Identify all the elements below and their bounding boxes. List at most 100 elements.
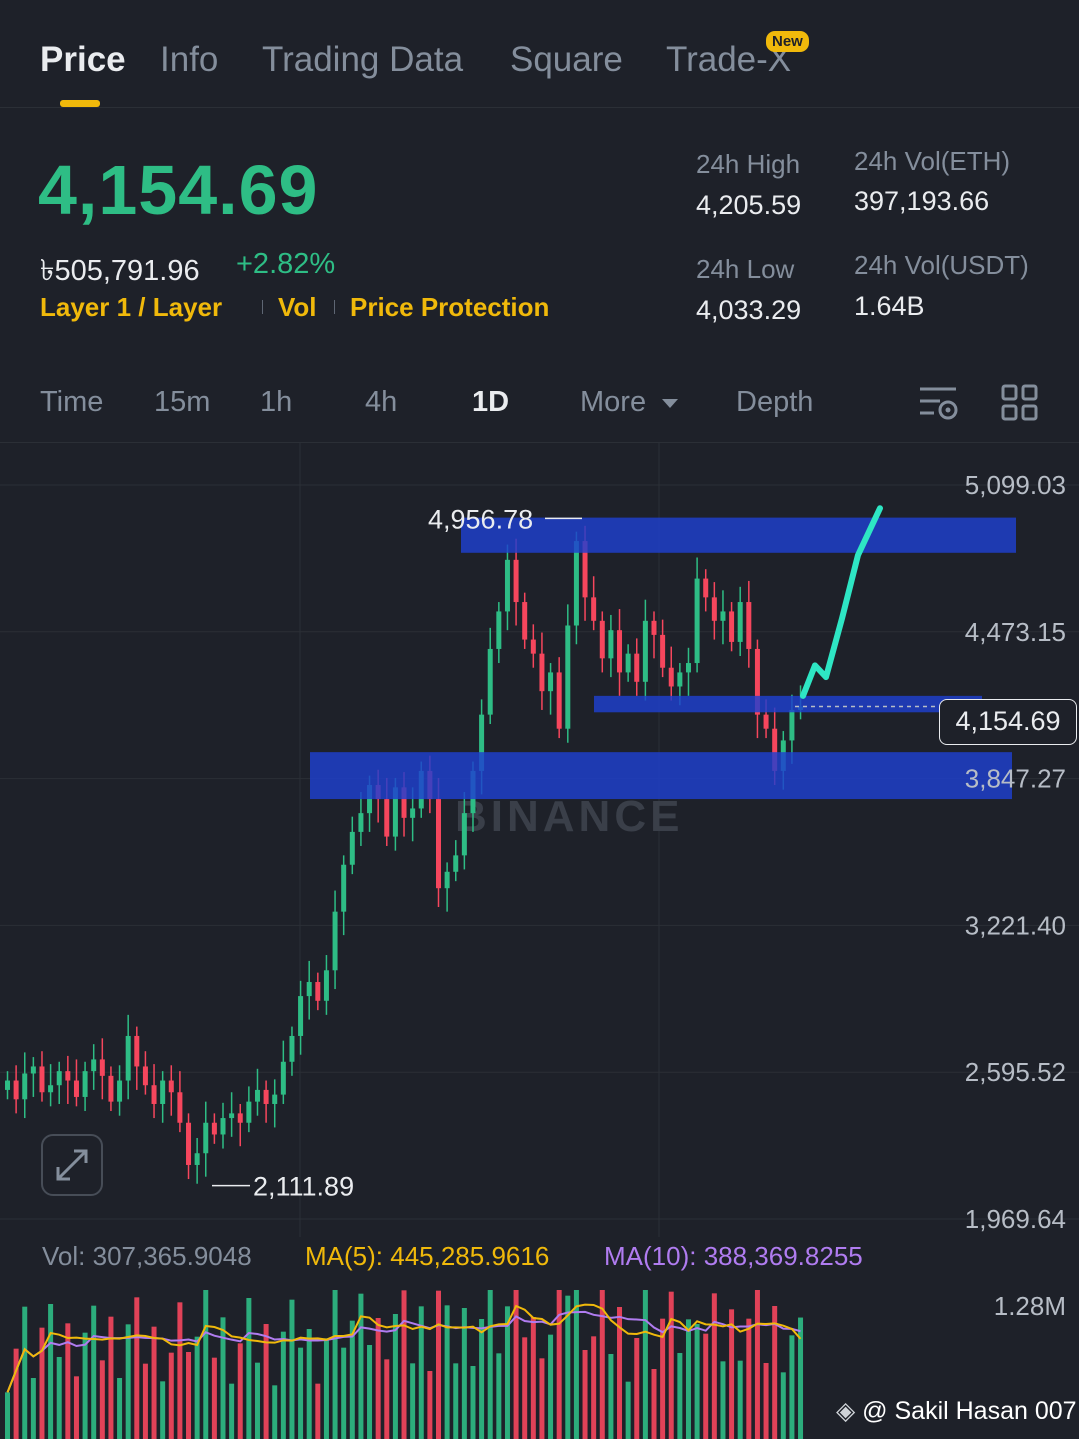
candle-body xyxy=(186,1122,192,1165)
indicator-settings-icon[interactable] xyxy=(918,384,960,424)
candle-body xyxy=(513,559,519,603)
tag-price-protection[interactable]: Price Protection xyxy=(350,292,549,323)
volume-bar xyxy=(289,1299,295,1439)
candle-body xyxy=(789,709,795,741)
candle-body xyxy=(91,1059,97,1072)
candle-body xyxy=(487,648,493,715)
tf-more[interactable]: More xyxy=(580,386,680,419)
volume-bar xyxy=(220,1317,226,1439)
volume-bar xyxy=(39,1327,45,1439)
volume-bar xyxy=(410,1363,416,1439)
vol-base-label: 24h Vol(ETH) xyxy=(854,146,1011,176)
volume-bar xyxy=(272,1385,278,1439)
tf-depth[interactable]: Depth xyxy=(736,386,813,419)
candle-body xyxy=(461,813,467,856)
candle-body xyxy=(332,911,338,971)
layout-grid-icon[interactable] xyxy=(1001,384,1039,422)
volume-bar xyxy=(729,1309,735,1439)
volume-bar xyxy=(13,1348,19,1439)
volume-bar xyxy=(737,1360,743,1439)
volume-bar xyxy=(186,1352,192,1439)
candle-body xyxy=(229,1113,235,1119)
candle-body xyxy=(746,602,752,649)
volume-bar xyxy=(625,1381,631,1439)
tf-time[interactable]: Time xyxy=(40,386,103,419)
candle-body xyxy=(349,831,355,865)
candle-body xyxy=(711,597,717,621)
tf-1h[interactable]: 1h xyxy=(260,386,292,419)
volume-bar xyxy=(203,1290,209,1439)
volume-bar xyxy=(82,1332,88,1439)
fiat-price: ৳505,791.96 xyxy=(40,255,200,287)
candle-body xyxy=(548,672,554,692)
volume-bar xyxy=(280,1331,286,1439)
volume-bar xyxy=(746,1318,752,1439)
candle-body xyxy=(30,1066,36,1074)
candle-body xyxy=(117,1080,123,1102)
volume-bar xyxy=(539,1358,545,1439)
vol-quote-value: 1.64B xyxy=(854,291,925,321)
volume-bar xyxy=(556,1290,562,1439)
volume-bar xyxy=(754,1290,760,1439)
candle-body xyxy=(763,714,769,729)
low-24h-value: 4,033.29 xyxy=(696,295,802,325)
ma5-value: 445,285.9616 xyxy=(390,1241,550,1271)
volume-bar xyxy=(789,1335,795,1439)
candle-body xyxy=(203,1122,209,1154)
candle-body xyxy=(142,1066,148,1086)
volume-bar xyxy=(634,1338,640,1439)
candle-body xyxy=(617,630,623,673)
volume-bar xyxy=(117,1378,123,1439)
credit-text: @ Sakil Hasan 007 xyxy=(862,1397,1077,1425)
tab-price[interactable]: Price xyxy=(40,40,126,80)
volume-bar xyxy=(315,1383,321,1439)
new-badge: New xyxy=(766,31,809,52)
volume-bar xyxy=(246,1298,252,1439)
candle-body xyxy=(444,871,450,889)
candle-body xyxy=(539,653,545,692)
candle-body xyxy=(272,1094,278,1104)
candle-body xyxy=(651,620,657,635)
volume-bar xyxy=(763,1363,769,1439)
candle-body xyxy=(22,1073,28,1100)
tf-1d[interactable]: 1D xyxy=(472,386,509,419)
volume-bar xyxy=(229,1383,235,1439)
candle-body xyxy=(280,1061,286,1095)
candle-body xyxy=(99,1059,105,1076)
volume-bar xyxy=(513,1290,519,1439)
active-tab-indicator xyxy=(60,100,100,107)
candlestick-chart[interactable]: BINANCE 4,956.78 2,111.89 5,099.03 4,473.15 3… xyxy=(0,443,1079,1439)
tag-layer1[interactable]: Layer 1 / Layer xyxy=(40,292,222,323)
tab-info[interactable]: Info xyxy=(160,40,218,80)
volume-bar xyxy=(5,1392,10,1439)
expand-icon xyxy=(56,1149,88,1181)
volume-bar xyxy=(142,1363,148,1439)
volume-bar xyxy=(151,1326,157,1439)
volume-bar xyxy=(530,1317,536,1439)
candle-body xyxy=(48,1085,54,1093)
tf-4h[interactable]: 4h xyxy=(365,386,397,419)
volume-bar xyxy=(720,1361,726,1439)
ma5-label: MA(5): xyxy=(305,1241,383,1271)
tag-divider xyxy=(262,300,263,314)
y-axis-tick-label: 1,969.64 xyxy=(965,1204,1066,1234)
volume-axis-tick-label: 1.28M xyxy=(994,1291,1066,1321)
volume-bar xyxy=(99,1360,105,1439)
candle-body xyxy=(168,1080,174,1093)
volume-bar xyxy=(384,1359,390,1439)
volume-bar xyxy=(591,1336,597,1439)
binance-watermark: BINANCE xyxy=(455,792,683,841)
expand-chart-button[interactable] xyxy=(41,1134,103,1196)
tf-15m[interactable]: 15m xyxy=(154,386,210,419)
tab-square[interactable]: Square xyxy=(510,40,623,80)
high-24h-label: 24h High xyxy=(696,149,801,179)
candle-body xyxy=(694,578,700,664)
y-axis-tick-label: 4,473.15 xyxy=(965,617,1066,647)
low-marker-label: 2,111.89 xyxy=(253,1172,354,1202)
volume-bar xyxy=(160,1381,166,1439)
volume-bar xyxy=(332,1290,338,1439)
tag-vol[interactable]: Vol xyxy=(278,292,317,323)
vol-quote-label: 24h Vol(USDT) xyxy=(854,250,1029,280)
volume-bar xyxy=(479,1319,485,1439)
tab-trading-data[interactable]: Trading Data xyxy=(262,40,463,80)
